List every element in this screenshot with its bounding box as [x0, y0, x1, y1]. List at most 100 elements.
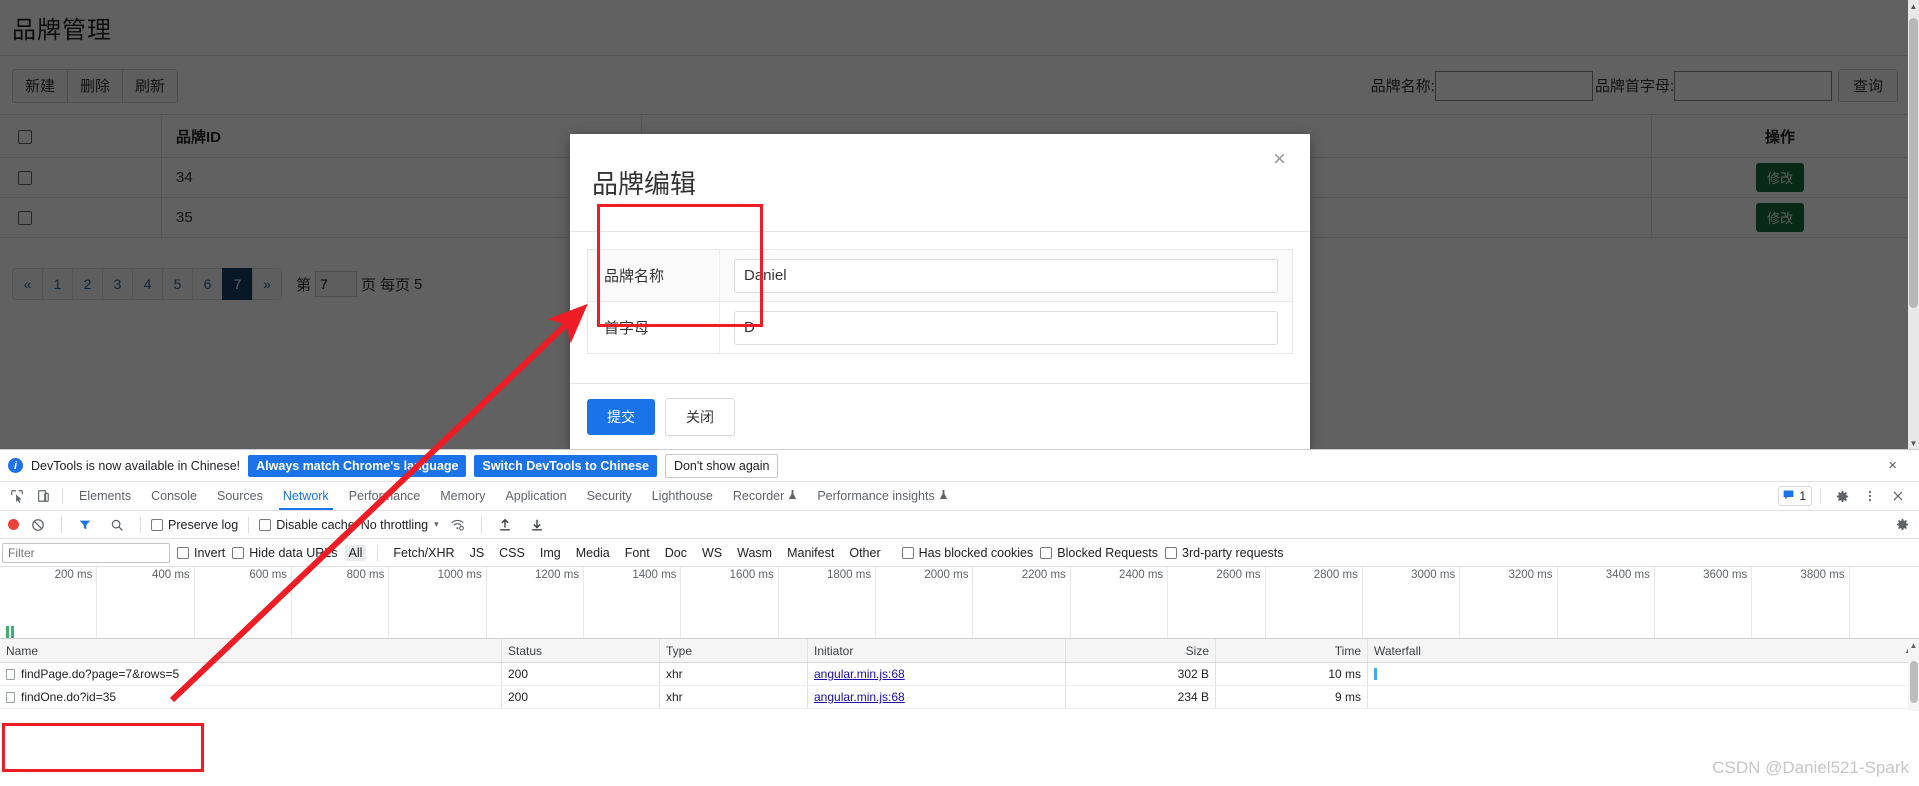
page-prev-button[interactable]: «	[12, 268, 42, 300]
tab-security[interactable]: Security	[577, 482, 642, 510]
row-checkbox[interactable]	[18, 170, 32, 185]
close-icon[interactable]: ×	[1267, 147, 1292, 171]
network-list-scrollbar[interactable]: ▲	[1908, 639, 1919, 711]
has-blocked-cookies-checkbox[interactable]: Has blocked cookies	[901, 546, 1033, 560]
invert-checkbox[interactable]: Invert	[177, 546, 225, 560]
modal-brand-name-input[interactable]	[734, 258, 1278, 293]
query-button[interactable]: 查询	[1837, 69, 1898, 102]
close-devtools-icon[interactable]	[1885, 484, 1911, 508]
delete-button[interactable]: 删除	[67, 68, 123, 103]
network-conditions-icon[interactable]	[445, 513, 471, 537]
tab-lighthouse[interactable]: Lighthouse	[642, 482, 723, 510]
modal-submit-button[interactable]: 提交	[587, 398, 655, 435]
funnel-icon[interactable]	[72, 513, 98, 537]
column-header-name[interactable]: Name	[0, 639, 502, 662]
tab-performance[interactable]: Performance	[339, 482, 431, 510]
column-header-time[interactable]: Time	[1216, 639, 1368, 662]
network-row[interactable]: findOne.do?id=35 200 xhr angular.min.js:…	[0, 686, 1919, 709]
third-party-requests-checkbox[interactable]: 3rd-party requests	[1165, 546, 1283, 560]
always-match-language-button[interactable]: Always match Chrome's language	[248, 454, 467, 477]
gear-icon[interactable]	[1829, 484, 1855, 508]
filter-type-js[interactable]: JS	[466, 545, 489, 561]
page-button-4[interactable]: 4	[132, 268, 162, 300]
filter-type-doc[interactable]: Doc	[661, 545, 691, 561]
device-toolbar-icon[interactable]	[30, 484, 56, 508]
brand-edit-modal: 品牌编辑 × 品牌名称 首字母	[570, 134, 1310, 449]
new-button[interactable]: 新建	[12, 68, 68, 103]
page-button-1[interactable]: 1	[42, 268, 72, 300]
filter-type-wasm[interactable]: Wasm	[733, 545, 776, 561]
kebab-icon[interactable]	[1857, 484, 1883, 508]
filter-type-font[interactable]: Font	[621, 545, 654, 561]
page-button-3[interactable]: 3	[102, 268, 132, 300]
timeline-tick: 3800 ms	[0, 567, 1850, 638]
filter-type-media[interactable]: Media	[572, 545, 614, 561]
filter-type-other[interactable]: Other	[845, 545, 884, 561]
edit-row-button[interactable]: 修改	[1755, 163, 1804, 192]
dont-show-again-button[interactable]: Don't show again	[664, 453, 779, 478]
tab-network[interactable]: Network	[273, 482, 339, 510]
page-button-5[interactable]: 5	[162, 268, 192, 300]
notice-close-icon[interactable]: ×	[1882, 456, 1903, 475]
document-icon	[6, 691, 15, 703]
tab-sources[interactable]: Sources	[207, 482, 273, 510]
request-initiator-link[interactable]: angular.min.js:68	[814, 667, 905, 681]
import-har-icon[interactable]	[492, 513, 518, 537]
page-next-button[interactable]: »	[252, 268, 282, 300]
page-number-input[interactable]	[315, 271, 358, 297]
chevron-down-icon[interactable]: ▾	[434, 519, 439, 530]
row-checkbox[interactable]	[18, 210, 32, 225]
network-settings-gear-icon[interactable]	[1893, 513, 1919, 537]
tab-memory[interactable]: Memory	[430, 482, 495, 510]
throttling-select[interactable]: No throttling	[361, 518, 428, 532]
network-filter-input[interactable]	[2, 542, 170, 563]
rows-per-page-value[interactable]: 5	[414, 276, 422, 293]
tab-recorder[interactable]: Recorder	[723, 482, 807, 510]
filter-type-all[interactable]: All	[344, 544, 367, 561]
modal-cancel-button[interactable]: 关闭	[665, 397, 735, 436]
request-initiator-link[interactable]: angular.min.js:68	[814, 690, 905, 704]
select-all-checkbox[interactable]	[18, 129, 32, 144]
column-header-status[interactable]: Status	[502, 639, 660, 662]
tab-application[interactable]: Application	[495, 482, 576, 510]
column-header-initiator[interactable]: Initiator	[808, 639, 1066, 662]
network-overview-timeline[interactable]: 200 ms 400 ms 600 ms 800 ms 1000 ms 1200 ms 14…	[0, 567, 1919, 639]
preserve-log-checkbox[interactable]: Preserve log	[151, 518, 238, 532]
brand-name-input[interactable]	[1434, 70, 1593, 101]
network-scroll-up-arrow[interactable]: ▲	[1908, 639, 1919, 651]
network-scrollbar-thumb[interactable]	[1910, 661, 1918, 703]
filter-type-fetch-xhr[interactable]: Fetch/XHR	[389, 545, 458, 561]
column-header-waterfall[interactable]: Waterfall ▲	[1368, 639, 1919, 662]
switch-devtools-language-button[interactable]: Switch DevTools to Chinese	[474, 454, 657, 477]
clear-icon[interactable]	[25, 513, 51, 537]
blocked-requests-checkbox[interactable]: Blocked Requests	[1040, 546, 1158, 560]
page-scrollbar[interactable]: ▲ ▼	[1908, 0, 1919, 449]
search-icon[interactable]	[104, 513, 130, 537]
filter-type-img[interactable]: Img	[536, 545, 565, 561]
export-har-icon[interactable]	[524, 513, 550, 537]
tab-console[interactable]: Console	[141, 482, 207, 510]
scroll-up-arrow[interactable]: ▲	[1908, 0, 1919, 12]
network-row[interactable]: findPage.do?page=7&rows=5 200 xhr angula…	[0, 663, 1919, 686]
page-button-6[interactable]: 6	[192, 268, 222, 300]
hide-data-urls-checkbox[interactable]: Hide data URLs	[232, 546, 338, 560]
tab-performance-insights[interactable]: Performance insights	[807, 482, 957, 510]
filter-type-manifest[interactable]: Manifest	[783, 545, 838, 561]
page-button-2[interactable]: 2	[72, 268, 102, 300]
refresh-button[interactable]: 刷新	[122, 68, 179, 103]
tab-elements[interactable]: Elements	[69, 482, 141, 510]
filter-type-ws[interactable]: WS	[698, 545, 726, 561]
disable-cache-checkbox[interactable]: Disable cache	[259, 518, 355, 532]
filter-type-css[interactable]: CSS	[495, 545, 529, 561]
record-icon[interactable]	[8, 519, 19, 530]
edit-row-button[interactable]: 修改	[1755, 203, 1804, 232]
brand-initial-input[interactable]	[1673, 70, 1832, 101]
column-header-type[interactable]: Type	[660, 639, 808, 662]
page-scrollbar-thumb[interactable]	[1909, 18, 1918, 308]
inspect-element-icon[interactable]	[4, 484, 30, 508]
page-button-7[interactable]: 7	[222, 268, 252, 300]
modal-initial-input[interactable]	[734, 310, 1278, 345]
column-header-size[interactable]: Size	[1066, 639, 1216, 662]
message-count-badge[interactable]: 1	[1778, 486, 1812, 506]
scroll-down-arrow[interactable]: ▼	[1908, 437, 1919, 449]
